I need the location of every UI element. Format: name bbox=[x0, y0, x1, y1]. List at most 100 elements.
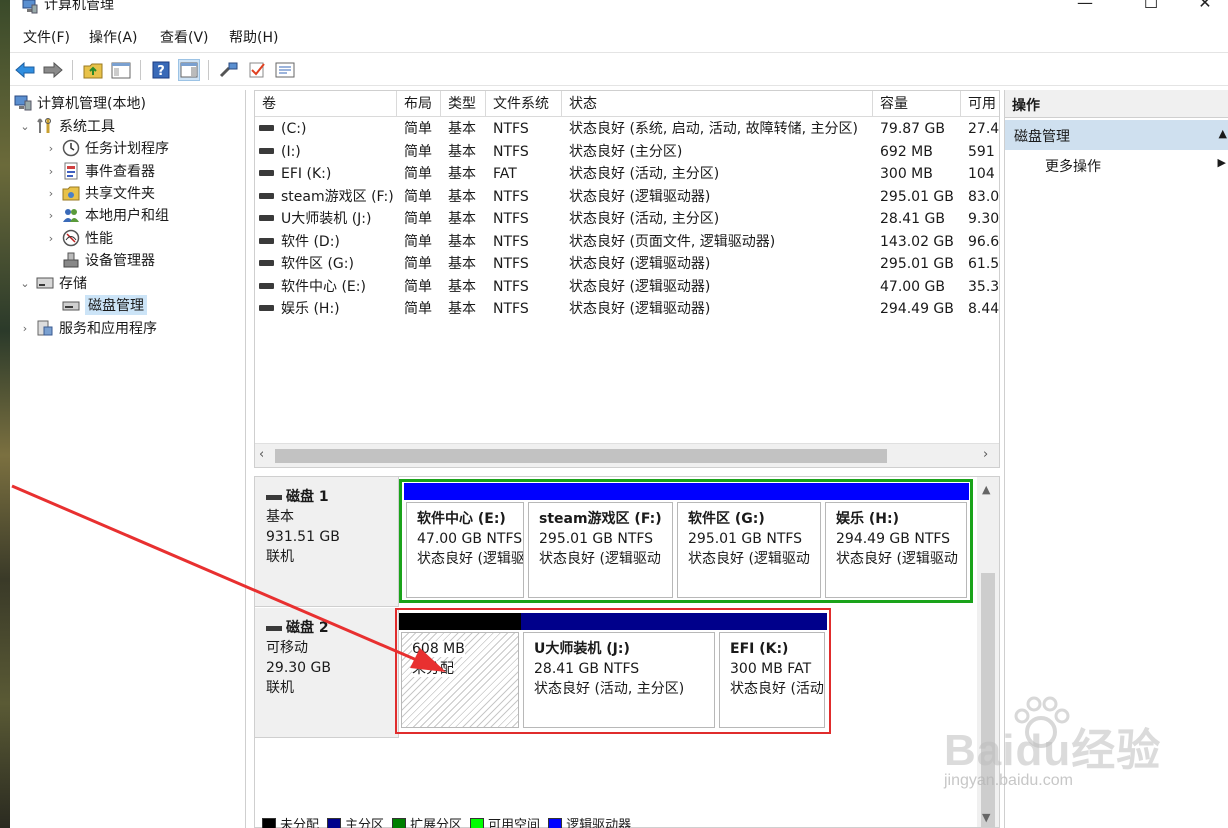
partition-f[interactable]: steam游戏区 (F:) 295.01 GB NTFS 状态良好 (逻辑驱动 bbox=[526, 483, 675, 600]
partition-e[interactable]: 软件中心 (E:) 47.00 GB NTFS 状态良好 (逻辑驱 bbox=[404, 483, 526, 600]
tree-item-disk-management[interactable]: 磁盘管理 bbox=[58, 294, 147, 316]
partition-h[interactable]: 娱乐 (H:) 294.49 GB NTFS 状态良好 (逻辑驱动 bbox=[823, 483, 969, 600]
partition-g[interactable]: 软件区 (G:) 295.01 GB NTFS 状态良好 (逻辑驱动 bbox=[675, 483, 823, 600]
column-header-volume[interactable]: 卷 bbox=[255, 91, 397, 117]
actions-section-disk-management[interactable]: 磁盘管理 ▲ bbox=[1005, 120, 1228, 150]
chevron-down-icon[interactable]: ⌄ bbox=[18, 277, 32, 290]
table-cell-free: 83.0 bbox=[968, 186, 999, 208]
connect-icon[interactable] bbox=[218, 59, 240, 81]
cell-text: 状态良好 (主分区) bbox=[569, 143, 683, 160]
table-cell-layout: 简单 bbox=[404, 141, 444, 163]
shared-folder-icon bbox=[62, 184, 80, 202]
table-cell-fs: NTFS bbox=[493, 118, 563, 140]
disk-size: 29.30 GB bbox=[266, 660, 331, 676]
more-actions-item[interactable]: 更多操作 bbox=[1045, 156, 1101, 176]
volume-list: 卷 布局 类型 文件系统 状态 容量 可用 (C:) 简单 基本 NTFS 状态良好 (… bbox=[254, 90, 1000, 468]
table-cell-layout: 简单 bbox=[404, 276, 444, 298]
tree-item-event-viewer[interactable]: › 事件查看器 bbox=[44, 160, 155, 182]
column-header-status[interactable]: 状态 bbox=[562, 91, 873, 117]
tree-item-performance[interactable]: › 性能 bbox=[44, 227, 113, 249]
performance-icon bbox=[62, 229, 80, 247]
minimize-button[interactable]: — bbox=[1062, 0, 1108, 16]
chevron-right-icon[interactable]: › bbox=[44, 232, 58, 245]
tree-item-system-tools[interactable]: ⌄ 系统工具 bbox=[18, 115, 115, 137]
table-row[interactable]: 软件中心 (E:) 简单 基本 NTFS 状态良好 (逻辑驱动器) 47.00 GB 35.… bbox=[255, 276, 999, 298]
horizontal-scrollbar[interactable]: ‹ › bbox=[255, 443, 999, 467]
collapse-up-icon[interactable]: ▲ bbox=[1219, 127, 1227, 140]
vertical-scrollbar[interactable]: ▲ ▼ bbox=[977, 477, 999, 827]
chevron-right-icon[interactable]: › bbox=[44, 142, 58, 155]
disk-1-label[interactable]: 磁盘 1 基本 931.51 GB 联机 bbox=[255, 477, 399, 607]
check-icon[interactable] bbox=[246, 59, 268, 81]
table-row[interactable]: steam游戏区 (F:) 简单 基本 NTFS 状态良好 (逻辑驱动器) 295.01 … bbox=[255, 186, 999, 208]
back-arrow-icon[interactable] bbox=[14, 59, 36, 81]
properties-icon[interactable] bbox=[274, 59, 296, 81]
column-header-layout[interactable]: 布局 bbox=[397, 91, 441, 117]
column-header-filesystem[interactable]: 文件系统 bbox=[486, 91, 562, 117]
forward-arrow-icon[interactable] bbox=[42, 59, 64, 81]
scrollbar-thumb[interactable] bbox=[981, 573, 995, 827]
legend-swatch bbox=[392, 817, 407, 828]
event-viewer-icon bbox=[62, 162, 80, 180]
chevron-right-icon[interactable]: › bbox=[44, 187, 58, 200]
cell-text: 状态良好 (逻辑驱动器) bbox=[569, 278, 711, 295]
menu-view[interactable]: 查看(V) bbox=[160, 29, 209, 47]
table-row[interactable]: (C:) 简单 基本 NTFS 状态良好 (系统, 启动, 活动, 故障转储, 主分区)… bbox=[255, 118, 1000, 140]
disk-state: 联机 bbox=[266, 549, 294, 565]
cell-text: 简单 bbox=[404, 301, 432, 317]
chevron-right-icon[interactable]: ▶ bbox=[1218, 156, 1226, 169]
partition-status: 状态良好 (逻辑驱动 bbox=[688, 551, 810, 567]
maximize-button[interactable]: ☐ bbox=[1128, 0, 1174, 16]
partition-legend: 未分配 主分区 扩展分区 可用空间 逻辑驱动器 bbox=[254, 816, 1000, 828]
cell-text: 27.4 bbox=[968, 121, 1000, 137]
table-cell-fs: NTFS bbox=[493, 141, 563, 163]
show-hide-console-tree-icon[interactable] bbox=[110, 59, 132, 81]
scroll-left-icon[interactable]: ‹ bbox=[259, 447, 264, 462]
menu-file[interactable]: 文件(F) bbox=[23, 29, 70, 47]
table-cell-fs: NTFS bbox=[493, 253, 563, 275]
tree-item-device-manager[interactable]: 设备管理器 bbox=[58, 249, 155, 271]
cell-text: 状态良好 (系统, 启动, 活动, 故障转储, 主分区) bbox=[569, 121, 858, 137]
tree-item-local-users[interactable]: › 本地用户和组 bbox=[44, 204, 169, 226]
help-icon[interactable]: ? bbox=[150, 59, 172, 81]
scroll-up-icon[interactable]: ▲ bbox=[982, 483, 990, 496]
close-button[interactable]: ✕ bbox=[1182, 0, 1228, 16]
up-folder-icon[interactable] bbox=[82, 59, 104, 81]
svg-text:?: ? bbox=[157, 64, 165, 79]
table-row[interactable]: 娱乐 (H:) 简单 基本 NTFS 状态良好 (逻辑驱动器) 294.49 GB 8.44 bbox=[255, 298, 999, 320]
menu-action[interactable]: 操作(A) bbox=[89, 29, 138, 47]
column-header-free[interactable]: 可用 bbox=[961, 91, 999, 117]
disk-2-label[interactable]: 磁盘 2 可移动 29.30 GB 联机 bbox=[255, 608, 399, 738]
table-row[interactable]: (I:) 简单 基本 NTFS 状态良好 (主分区) 692 MB 591 bbox=[255, 141, 999, 163]
action-pane-icon[interactable] bbox=[178, 59, 200, 81]
column-header-capacity[interactable]: 容量 bbox=[873, 91, 961, 117]
column-header-type[interactable]: 类型 bbox=[441, 91, 486, 117]
cell-text: 软件中心 (E:) bbox=[281, 278, 366, 295]
table-row[interactable]: U大师装机 (J:) 简单 基本 NTFS 状态良好 (活动, 主分区) 28.41 GB… bbox=[255, 208, 999, 230]
table-cell-free: 96.6 bbox=[968, 231, 1000, 253]
table-row[interactable]: 软件区 (G:) 简单 基本 NTFS 状态良好 (逻辑驱动器) 295.01 GB 61.… bbox=[255, 253, 999, 275]
drive-icon bbox=[259, 215, 274, 221]
scroll-right-icon[interactable]: › bbox=[983, 447, 988, 462]
tree-item-root[interactable]: 计算机管理(本地) bbox=[14, 92, 146, 114]
tree-item-storage[interactable]: ⌄ 存储 bbox=[18, 272, 87, 294]
table-row[interactable]: 软件 (D:) 简单 基本 NTFS 状态良好 (页面文件, 逻辑驱动器) 143.02 … bbox=[255, 231, 1000, 253]
chevron-right-icon[interactable]: › bbox=[44, 209, 58, 222]
cell-text: 104 bbox=[968, 166, 995, 182]
chevron-down-icon[interactable]: ⌄ bbox=[18, 120, 32, 133]
chevron-right-icon[interactable]: › bbox=[44, 165, 58, 178]
cell-text: NTFS bbox=[493, 143, 529, 160]
cell-text: 96.6 bbox=[968, 233, 1000, 250]
tree-item-services-apps[interactable]: › 服务和应用程序 bbox=[18, 317, 157, 339]
tree-item-task-scheduler[interactable]: › 任务计划程序 bbox=[44, 137, 169, 159]
scrollbar-thumb[interactable] bbox=[275, 449, 887, 463]
table-cell-fs: NTFS bbox=[493, 231, 563, 253]
chevron-right-icon[interactable]: › bbox=[18, 322, 32, 335]
cell-text: 状态良好 (页面文件, 逻辑驱动器) bbox=[569, 233, 776, 250]
menu-help[interactable]: 帮助(H) bbox=[229, 29, 278, 47]
table-cell-fs: FAT bbox=[493, 163, 563, 185]
legend-label: 未分配 bbox=[280, 817, 320, 828]
table-row[interactable]: EFI (K:) 简单 基本 FAT 状态良好 (活动, 主分区) 300 MB 104 bbox=[255, 163, 999, 185]
partition-name: 软件区 (G:) bbox=[688, 511, 765, 527]
tree-item-shared-folders[interactable]: › 共享文件夹 bbox=[44, 182, 155, 204]
